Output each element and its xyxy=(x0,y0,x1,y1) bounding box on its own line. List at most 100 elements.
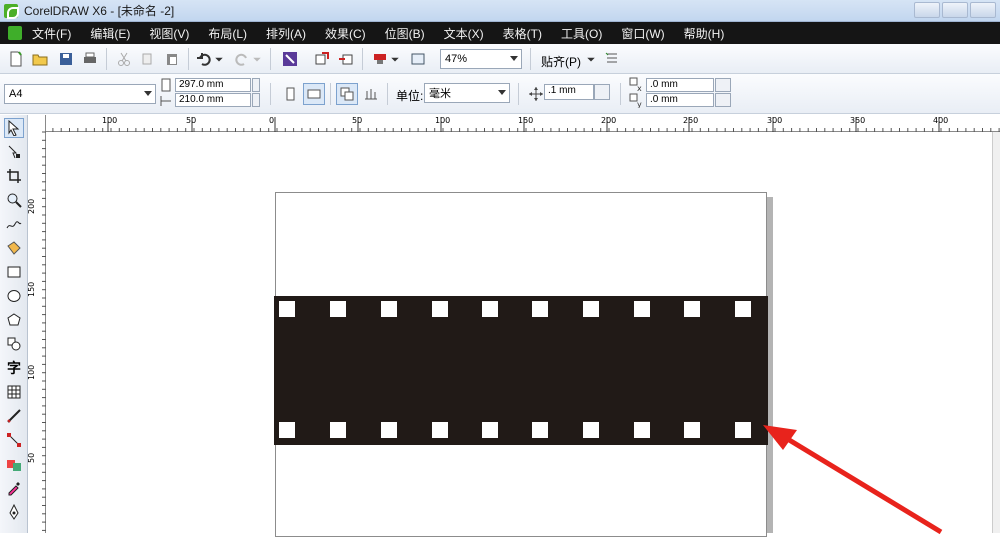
ruler-label: 100 xyxy=(435,116,450,125)
menu-edit[interactable]: 编辑(E) xyxy=(90,25,130,42)
eyedropper-icon[interactable] xyxy=(4,478,24,498)
sprocket-hole xyxy=(634,422,650,438)
duplicate-y-spinner[interactable] xyxy=(715,93,731,107)
film-strip-shape[interactable] xyxy=(274,296,768,445)
zoom-level-dropdown[interactable]: 47% xyxy=(440,49,522,69)
dimension-icon[interactable] xyxy=(4,406,24,426)
menu-view[interactable]: 视图(V) xyxy=(149,25,189,42)
polygon-icon[interactable] xyxy=(4,310,24,330)
page-height-field[interactable]: 210.0 mm xyxy=(175,93,251,107)
document-icon xyxy=(8,26,22,40)
nudge-spinner[interactable] xyxy=(594,84,610,100)
sprocket-hole xyxy=(279,301,295,317)
menu-tools[interactable]: 工具(O) xyxy=(561,25,602,42)
menu-arrange[interactable]: 排列(A) xyxy=(266,25,306,42)
units-dropdown[interactable]: 毫米 xyxy=(424,83,510,103)
snap-to-label[interactable]: 贴齐(P) xyxy=(541,53,581,70)
outline-pen-icon[interactable] xyxy=(4,502,24,522)
redo-dropdown-icon[interactable] xyxy=(252,49,262,69)
snap-dropdown-icon[interactable] xyxy=(586,49,596,69)
import-icon[interactable] xyxy=(312,49,332,69)
all-pages-icon[interactable] xyxy=(336,83,358,105)
select-icon[interactable] xyxy=(4,118,24,138)
text-icon[interactable]: 字 xyxy=(4,358,24,378)
launcher-dropdown-icon[interactable] xyxy=(390,49,400,69)
duplicate-x-icon: x xyxy=(628,76,644,92)
print-icon[interactable] xyxy=(80,49,100,69)
duplicate-y-field[interactable]: .0 mm xyxy=(646,93,714,107)
new-document-icon[interactable] xyxy=(6,49,26,69)
toolbox: 字 xyxy=(0,115,28,533)
ruler-label: 200 xyxy=(28,199,36,214)
close-button[interactable] xyxy=(970,2,996,18)
ellipse-icon[interactable] xyxy=(4,286,24,306)
menu-text[interactable]: 文本(X) xyxy=(444,25,484,42)
units-value: 毫米 xyxy=(429,88,451,100)
page-height-spinner[interactable] xyxy=(252,93,260,107)
sprocket-hole xyxy=(330,422,346,438)
ruler-label: 300 xyxy=(767,116,782,125)
nudge-icon xyxy=(526,84,546,104)
undo-dropdown-icon[interactable] xyxy=(214,49,224,69)
vertical-ruler-ticks: 200 150 100 50 xyxy=(27,131,46,531)
portrait-icon[interactable] xyxy=(280,84,300,104)
cut-icon[interactable] xyxy=(114,49,134,69)
units-label: 单位: xyxy=(396,89,424,103)
sprocket-hole xyxy=(583,301,599,317)
maximize-button[interactable] xyxy=(942,2,968,18)
redo-icon[interactable] xyxy=(232,49,252,69)
duplicate-x-field[interactable]: .0 mm xyxy=(646,78,714,92)
sprocket-hole xyxy=(432,422,448,438)
paste-icon[interactable] xyxy=(162,49,182,69)
undo-icon[interactable] xyxy=(194,49,214,69)
crop-icon[interactable] xyxy=(4,166,24,186)
menu-file[interactable]: 文件(F) xyxy=(32,25,71,42)
save-icon[interactable] xyxy=(56,49,76,69)
paper-size-dropdown[interactable]: A4 xyxy=(4,84,156,104)
duplicate-y-icon: y xyxy=(628,92,644,108)
sprocket-hole xyxy=(735,301,751,317)
menu-effects[interactable]: 效果(C) xyxy=(325,25,366,42)
options-icon[interactable] xyxy=(602,49,622,69)
landscape-icon[interactable] xyxy=(303,83,325,105)
sprocket-hole xyxy=(634,301,650,317)
nudge-distance-field[interactable]: .1 mm xyxy=(544,84,594,100)
duplicate-x-spinner[interactable] xyxy=(715,78,731,92)
menu-table[interactable]: 表格(T) xyxy=(503,25,542,42)
table-icon[interactable] xyxy=(4,382,24,402)
menu-bitmaps[interactable]: 位图(B) xyxy=(385,25,425,42)
sprocket-hole xyxy=(381,301,397,317)
page-width-spinner[interactable] xyxy=(252,78,260,92)
minimize-button[interactable] xyxy=(914,2,940,18)
sprocket-hole xyxy=(482,301,498,317)
rectangle-icon[interactable] xyxy=(4,262,24,282)
sprocket-hole xyxy=(684,422,700,438)
ruler-label: 0 xyxy=(269,116,274,125)
ruler-label: 400 xyxy=(933,116,948,125)
interactive-icon[interactable] xyxy=(4,454,24,474)
copy-icon[interactable] xyxy=(138,49,158,69)
menu-layout[interactable]: 布局(L) xyxy=(208,25,247,42)
drawing-canvas[interactable] xyxy=(46,132,1000,537)
connector-icon[interactable] xyxy=(4,430,24,450)
application-launcher-icon[interactable] xyxy=(370,49,390,69)
page-width-field[interactable]: 297.0 mm xyxy=(175,78,251,92)
chevron-down-icon xyxy=(510,56,518,61)
menu-help[interactable]: 帮助(H) xyxy=(684,25,725,42)
zoom-icon[interactable] xyxy=(4,190,24,210)
menu-window[interactable]: 窗口(W) xyxy=(621,25,664,42)
open-icon[interactable] xyxy=(30,49,50,69)
search-content-icon[interactable] xyxy=(280,49,300,69)
freehand-icon[interactable] xyxy=(4,214,24,234)
zoom-level-value: 47% xyxy=(445,53,468,65)
svg-text:y: y xyxy=(637,100,642,108)
export-icon[interactable] xyxy=(336,49,356,69)
menu-bar: 文件(F) 编辑(E) 视图(V) 布局(L) 排列(A) 效果(C) 位图(B… xyxy=(0,22,1000,44)
vertical-scrollbar[interactable] xyxy=(992,132,1000,533)
basic-shapes-icon[interactable] xyxy=(4,334,24,354)
shape-icon[interactable] xyxy=(4,142,24,162)
welcome-screen-icon[interactable] xyxy=(408,49,428,69)
horizontal-ruler: 100 50 0 50 100 150 200 250 300 350 400 xyxy=(27,115,1000,132)
current-page-icon[interactable] xyxy=(361,84,381,104)
smart-fill-icon[interactable] xyxy=(4,238,24,258)
